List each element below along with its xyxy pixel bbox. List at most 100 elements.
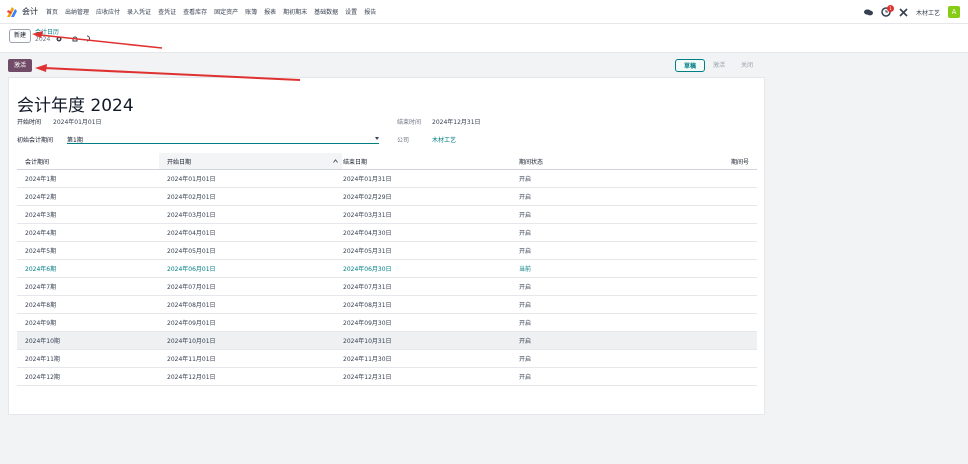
discard-icon[interactable] bbox=[85, 35, 92, 42]
cell-status: 当前 bbox=[519, 266, 532, 273]
cell-period: 2024年4期 bbox=[25, 230, 57, 237]
table-row[interactable]: 2024年11期 2024年11月01日 2024年11月30日 开启 bbox=[17, 350, 757, 368]
menu-item-4[interactable]: 查凭证 bbox=[158, 7, 176, 16]
menu-item-10[interactable]: 基础数据 bbox=[314, 7, 338, 16]
breadcrumb-parent[interactable]: 会计日历 bbox=[35, 27, 59, 36]
cell-status: 开启 bbox=[519, 248, 532, 255]
table-row[interactable]: 2024年7期 2024年07月01日 2024年07月31日 开启 bbox=[17, 278, 757, 296]
cell-start-date: 2024年11月01日 bbox=[167, 356, 216, 363]
menu-item-0[interactable]: 首页 bbox=[46, 7, 58, 16]
company-switcher[interactable]: 木材工艺 bbox=[916, 8, 940, 17]
company-field[interactable]: 木材工艺 bbox=[432, 135, 456, 144]
table-header: 会计期间 开始日期 结束日期 期间状态 期间号 bbox=[17, 153, 757, 170]
breadcrumb-current: 2024 bbox=[35, 36, 51, 43]
cell-status: 开启 bbox=[519, 212, 532, 219]
table-row[interactable]: 2024年5期 2024年05月01日 2024年05月31日 开启 bbox=[17, 242, 757, 260]
initial-period-value: 第1期 bbox=[67, 137, 83, 144]
debug-tools-icon[interactable] bbox=[899, 7, 908, 17]
cell-status: 开启 bbox=[519, 230, 532, 237]
stage-draft[interactable]: 草稿 bbox=[674, 59, 705, 72]
menu-item-11[interactable]: 设置 bbox=[345, 7, 357, 16]
table-row[interactable]: 2024年6期 2024年06月01日 2024年06月30日 当前 bbox=[17, 260, 757, 278]
cell-status: 开启 bbox=[519, 284, 532, 291]
cell-end-date: 2024年08月31日 bbox=[343, 302, 392, 309]
cell-end-date: 2024年12月31日 bbox=[343, 374, 392, 381]
end-date-field[interactable]: 2024年12月31日 bbox=[432, 117, 481, 126]
cell-period: 2024年1期 bbox=[25, 176, 57, 183]
cell-end-date: 2024年07月31日 bbox=[343, 284, 392, 291]
table-row[interactable]: 2024年10期 2024年10月01日 2024年10月31日 开启 bbox=[17, 332, 757, 350]
cell-period: 2024年7期 bbox=[25, 284, 57, 291]
cell-end-date: 2024年11月30日 bbox=[343, 356, 392, 363]
cell-end-date: 2024年10月31日 bbox=[343, 338, 392, 345]
initial-period-label: 初始会计期间 bbox=[17, 137, 54, 144]
cell-status: 开启 bbox=[519, 356, 532, 363]
cell-status: 开启 bbox=[519, 194, 532, 201]
cell-status: 开启 bbox=[519, 374, 532, 381]
cell-start-date: 2024年05月01日 bbox=[167, 248, 216, 255]
new-button[interactable]: 新建 bbox=[9, 29, 31, 43]
caret-down-icon bbox=[375, 137, 379, 140]
menu-item-9[interactable]: 期初期末 bbox=[283, 7, 307, 16]
cell-end-date: 2024年03月31日 bbox=[343, 212, 392, 219]
initial-period-select[interactable]: 第1期 bbox=[67, 133, 379, 144]
table-row[interactable]: 2024年9期 2024年09月01日 2024年09月30日 开启 bbox=[17, 314, 757, 332]
page-title[interactable]: 会计年度 2024 bbox=[17, 91, 134, 116]
start-date-field[interactable]: 2024年01月01日 bbox=[53, 117, 102, 126]
gear-icon[interactable] bbox=[56, 36, 62, 42]
status-stages: 草稿 激活 关闭 bbox=[674, 59, 761, 72]
menu-item-3[interactable]: 录入凭证 bbox=[127, 7, 151, 16]
form-sheet: 会计年度 2024 开始时间 2024年01月01日 结束时间 2024年12月… bbox=[8, 77, 765, 415]
cloud-save-icon[interactable] bbox=[72, 35, 78, 42]
cell-start-date: 2024年04月01日 bbox=[167, 230, 216, 237]
cell-end-date: 2024年06月30日 bbox=[343, 266, 392, 273]
stage-active[interactable]: 激活 bbox=[705, 59, 733, 72]
column-header-period-number[interactable]: 期间号 bbox=[731, 153, 749, 169]
cell-period: 2024年12期 bbox=[25, 374, 60, 381]
cell-start-date: 2024年07月01日 bbox=[167, 284, 216, 291]
column-header-status[interactable]: 期间状态 bbox=[519, 153, 543, 169]
table-row[interactable]: 2024年2期 2024年02月01日 2024年02月29日 开启 bbox=[17, 188, 757, 206]
cell-start-date: 2024年12月01日 bbox=[167, 374, 216, 381]
end-date-label: 结束时间 bbox=[397, 119, 422, 126]
cell-start-date: 2024年03月01日 bbox=[167, 212, 216, 219]
sort-ascending-icon bbox=[333, 159, 338, 163]
table-row[interactable]: 2024年3期 2024年03月01日 2024年03月31日 开启 bbox=[17, 206, 757, 224]
column-header-start-date[interactable]: 开始日期 bbox=[167, 153, 191, 169]
column-header-end-date[interactable]: 结束日期 bbox=[343, 153, 367, 169]
menu-item-7[interactable]: 账簿 bbox=[245, 7, 257, 16]
accounting-app-icon[interactable] bbox=[6, 6, 18, 18]
chat-icon[interactable] bbox=[863, 8, 873, 16]
cell-end-date: 2024年02月29日 bbox=[343, 194, 392, 201]
cell-start-date: 2024年10月01日 bbox=[167, 338, 216, 345]
table-row[interactable]: 2024年12期 2024年12月01日 2024年12月31日 开启 bbox=[17, 368, 757, 386]
table-row[interactable]: 2024年4期 2024年04月01日 2024年04月30日 开启 bbox=[17, 224, 757, 242]
cell-start-date: 2024年09月01日 bbox=[167, 320, 216, 327]
cell-start-date: 2024年01月01日 bbox=[167, 176, 216, 183]
menu-item-8[interactable]: 报表 bbox=[264, 7, 276, 16]
menu-item-6[interactable]: 固定资产 bbox=[214, 7, 238, 16]
stage-closed[interactable]: 关闭 bbox=[733, 59, 761, 72]
cell-status: 开启 bbox=[519, 176, 532, 183]
menu-item-1[interactable]: 出纳管理 bbox=[65, 7, 89, 16]
column-header-period[interactable]: 会计期间 bbox=[25, 153, 49, 169]
menu-item-12[interactable]: 报告 bbox=[364, 7, 376, 16]
cell-period: 2024年10期 bbox=[25, 338, 60, 345]
activate-button[interactable]: 激活 bbox=[8, 59, 32, 72]
control-panel: 新建 会计日历 2024 bbox=[0, 24, 968, 53]
user-avatar[interactable]: A bbox=[948, 6, 960, 18]
cell-status: 开启 bbox=[519, 320, 532, 327]
cell-end-date: 2024年05月31日 bbox=[343, 248, 392, 255]
cell-period: 2024年8期 bbox=[25, 302, 57, 309]
menu-item-2[interactable]: 应收应付 bbox=[96, 7, 120, 16]
app-name[interactable]: 会计 bbox=[22, 6, 38, 17]
main-menu: 首页 出纳管理 应收应付 录入凭证 查凭证 查看库存 固定资产 账簿 报表 期初期末 基础数据 设置报… bbox=[46, 7, 376, 16]
table-row[interactable]: 2024年8期 2024年08月01日 2024年08月31日 开启 bbox=[17, 296, 757, 314]
cell-period: 2024年6期 bbox=[25, 266, 57, 273]
table-row[interactable]: 2024年1期 2024年01月01日 2024年01月31日 开启 bbox=[17, 170, 757, 188]
cell-end-date: 2024年04月30日 bbox=[343, 230, 392, 237]
menu-item-5[interactable]: 查看库存 bbox=[183, 7, 207, 16]
activity-button[interactable]: 1 bbox=[881, 5, 894, 17]
activity-count-badge: 1 bbox=[886, 5, 894, 12]
cell-period: 2024年5期 bbox=[25, 248, 57, 255]
